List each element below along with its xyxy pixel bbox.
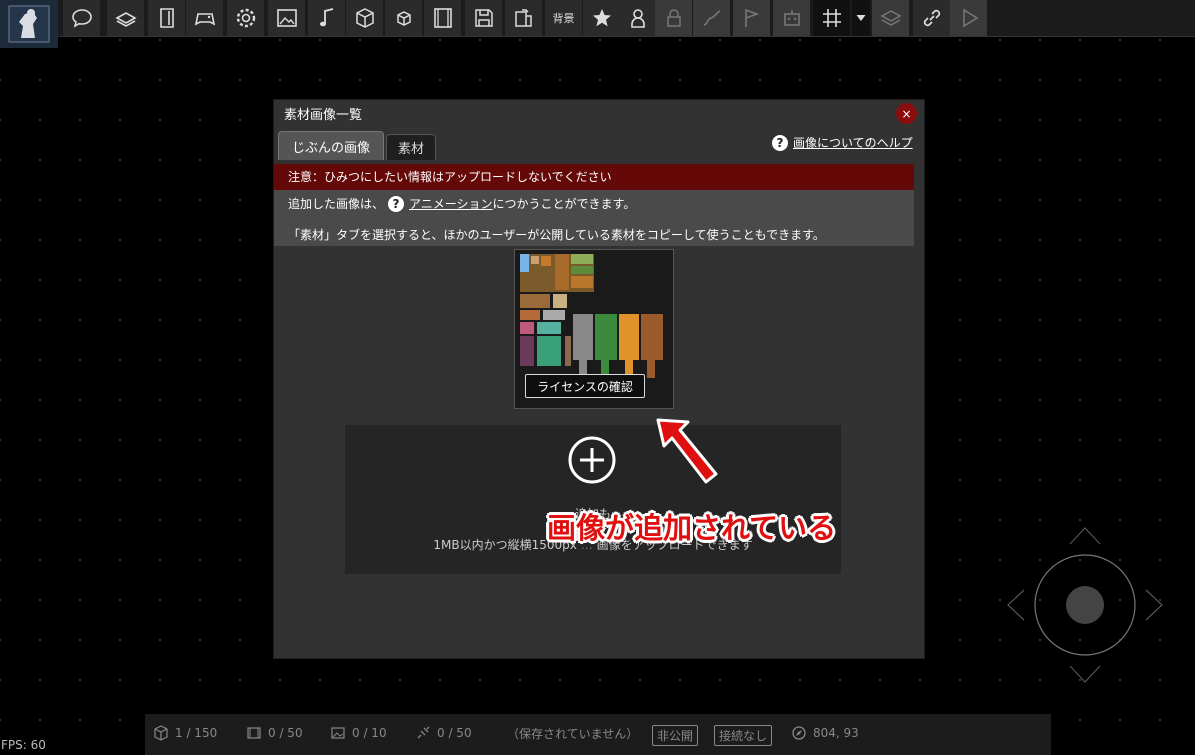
export-icon[interactable]: [505, 0, 543, 36]
add-circle-icon[interactable]: [568, 436, 616, 484]
link-count: 0 / 50: [415, 725, 472, 741]
dropdown-arrow-icon[interactable]: [852, 0, 871, 36]
info1-prefix: 追加した画像は、: [288, 197, 385, 211]
save-status: （保存されていません）: [507, 727, 639, 741]
link-count-value: 0 / 50: [437, 726, 472, 740]
virtual-joystick[interactable]: [1000, 520, 1170, 690]
material-images-dialog: 素材画像一覧 × じぶんの画像 素材 ? 画像についてのヘルプ 注意：ひみつにし…: [273, 99, 925, 659]
status-bar: 1 / 150 0 / 50 0 / 10 0 / 50 （保存されていません）…: [145, 714, 1051, 755]
tab-my-images[interactable]: じぶんの画像: [278, 131, 384, 160]
robot-icon[interactable]: [773, 0, 811, 36]
cube-icon: [154, 725, 168, 741]
background-label: 背景: [552, 12, 575, 25]
cube-icon[interactable]: [346, 0, 384, 36]
cursor-coords: 804, 93: [791, 725, 859, 741]
plug-icon: [417, 726, 430, 739]
image-count-value: 0 / 10: [352, 726, 387, 740]
scene-count: 0 / 50: [246, 725, 303, 741]
save-icon[interactable]: [465, 0, 503, 36]
animation-link[interactable]: アニメーション: [409, 195, 493, 212]
image-thumbnail[interactable]: ライセンスの確認: [514, 249, 674, 409]
flag-icon[interactable]: [733, 0, 771, 36]
compass-icon: [792, 726, 806, 740]
path-icon[interactable]: [693, 0, 731, 36]
annotation-arrow-icon: [656, 418, 718, 484]
help-link-text[interactable]: 画像についてのヘルプ: [793, 134, 913, 151]
close-button[interactable]: ×: [896, 103, 917, 124]
image-count: 0 / 10: [330, 725, 387, 741]
image-icon: [331, 727, 345, 739]
warning-banner: 注意：ひみつにしたい情報はアップロードしないでください: [274, 164, 914, 190]
upload-dropzone[interactable]: 追加も 1MB以内かつ縦横1500px … 画像をアップロードできます: [345, 425, 841, 574]
fps-counter: FPS: 60: [1, 738, 46, 752]
question-icon[interactable]: ?: [388, 195, 405, 212]
star-icon[interactable]: [583, 0, 621, 36]
film-icon[interactable]: [424, 0, 462, 36]
layers-icon[interactable]: [872, 0, 910, 36]
info-panel: 追加した画像は、 ? アニメーション につかうことができます。 「素材」タブを選…: [274, 190, 914, 246]
question-icon: ?: [772, 134, 788, 151]
speech-bubble-icon[interactable]: [63, 0, 101, 36]
music-note-icon[interactable]: [308, 0, 346, 36]
dialog-title: 素材画像一覧: [284, 108, 363, 123]
door-icon[interactable]: [148, 0, 186, 36]
image-help-link[interactable]: ? 画像についてのヘルプ: [772, 134, 913, 151]
gamepad-icon[interactable]: [186, 0, 224, 36]
coords-value: 804, 93: [813, 726, 859, 740]
main-toolbar: 背景: [0, 0, 1195, 48]
book-icon[interactable]: [107, 0, 145, 36]
gear-icon[interactable]: [227, 0, 265, 36]
visibility-label: 非公開: [652, 725, 699, 746]
object-count-value: 1 / 150: [175, 726, 218, 740]
play-icon[interactable]: [950, 0, 988, 36]
annotation-text: 画像が追加されている: [547, 511, 837, 545]
film-icon: [247, 727, 261, 739]
lock-icon[interactable]: [655, 0, 693, 36]
small-cube-icon[interactable]: [385, 0, 423, 36]
connection-label: 接続なし: [714, 725, 773, 746]
tab-materials[interactable]: 素材: [386, 134, 436, 160]
app-logo[interactable]: [0, 0, 58, 48]
connection-badge[interactable]: 接続なし: [714, 725, 773, 746]
person-icon[interactable]: [619, 0, 657, 36]
image-icon[interactable]: [268, 0, 306, 36]
object-count: 1 / 150: [153, 725, 217, 741]
link-icon[interactable]: [913, 0, 951, 36]
scene-count-value: 0 / 50: [268, 726, 303, 740]
info-line-1: 追加した画像は、 ? アニメーション につかうことができます。: [288, 195, 635, 212]
grid-icon[interactable]: [813, 0, 851, 36]
background-button[interactable]: 背景: [545, 0, 583, 36]
info-line-2: 「素材」タブを選択すると、ほかのユーザーが公開している素材をコピーして使うことも…: [288, 228, 825, 242]
license-check-button[interactable]: ライセンスの確認: [525, 374, 645, 398]
info1-suffix: につかうことができます。: [492, 197, 636, 211]
visibility-badge[interactable]: 非公開: [652, 725, 699, 746]
